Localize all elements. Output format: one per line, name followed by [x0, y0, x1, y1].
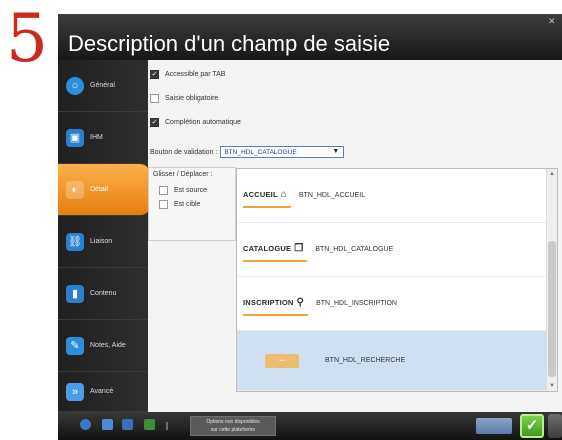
sidebar-item-avance[interactable]: » Avancé [58, 372, 148, 412]
validation-row: Bouton de validation : BTN_HDL_CATALOGUE… [150, 146, 345, 158]
validation-select-value: BTN_HDL_CATALOGUE [224, 148, 297, 156]
checkbox-box[interactable] [150, 93, 159, 103]
step-number: 5 [6, 0, 48, 77]
checkbox-label: Est cible [174, 200, 201, 208]
detail-icon: ◐ [66, 180, 84, 199]
folder-icon[interactable] [122, 419, 133, 430]
sidebar-item-label: Liaison [90, 238, 113, 245]
dropdown-scrollbar[interactable]: ▲ ▼ [546, 169, 557, 391]
globe-icon[interactable] [80, 419, 91, 430]
link-icon: ⛓ [66, 232, 84, 251]
ok-button[interactable]: ✓ [520, 414, 544, 438]
list-item[interactable]: CATALOGUE ❐ BTN_HDL_CATALOGUE [237, 223, 547, 277]
notes-icon: ✎ [66, 336, 84, 355]
sidebar: ○ Général ▣ IHM ◐ Détail ⛓ Liaison ▮ Con… [58, 60, 150, 412]
autocomplete-checkbox[interactable]: ✓ Complétion automatique [150, 116, 241, 128]
checkbox-label: Accessible par TAB [165, 70, 226, 78]
advanced-icon: » [66, 382, 84, 401]
sidebar-item-label: Détail [90, 186, 108, 193]
green-app-icon[interactable] [144, 419, 155, 430]
title-bar: Description d'un champ de saisie ✕ [58, 14, 562, 60]
scroll-up-icon[interactable]: ▲ [548, 170, 556, 178]
option-button-label: CATALOGUE [243, 244, 292, 253]
sidebar-item-detail[interactable]: ◐ Détail [58, 164, 150, 216]
validation-select[interactable]: BTN_HDL_CATALOGUE ▼ [220, 146, 345, 158]
sidebar-item-label: Général [90, 82, 115, 89]
checkbox-label: Complétion automatique [165, 118, 241, 126]
home-icon: ⌂ [280, 189, 287, 200]
option-name: BTN_HDL_CATALOGUE [315, 246, 394, 253]
notice-line-2: sur cette plateforme [210, 427, 256, 433]
checkbox-label: Est source [174, 186, 208, 194]
option-button-label: ACCUEIL [243, 190, 278, 199]
taskbar: Options non disponibles sur cette platef… [58, 412, 562, 440]
sidebar-item-label: Notes, Aide [90, 342, 126, 349]
cancel-button[interactable] [548, 414, 562, 438]
close-icon[interactable]: ✕ [548, 16, 558, 26]
is-target-checkbox[interactable]: Est cible [159, 198, 200, 210]
option-button-preview: ▪▪▪ [265, 353, 299, 368]
person-icon: ⚲ [296, 297, 305, 308]
option-name: BTN_HDL_INSCRIPTION [316, 300, 397, 307]
is-source-checkbox[interactable]: Est source [159, 184, 207, 196]
accessible-tab-checkbox[interactable]: ✓ Accessible par TAB [150, 68, 225, 80]
notice-line-1: Options non disponibles [206, 419, 260, 425]
mandatory-checkbox[interactable]: Saisie obligatoire [150, 92, 218, 104]
sidebar-item-label: Avancé [90, 388, 114, 395]
checkbox-label: Saisie obligatoire [165, 94, 219, 102]
list-item-selected[interactable]: ▪▪▪ BTN_HDL_RECHERCHE [237, 331, 547, 391]
detail-panel: ✓ Accessible par TAB Saisie obligatoire … [148, 60, 562, 412]
option-name: BTN_HDL_ACCUEIL [298, 192, 366, 199]
option-button-preview: CATALOGUE ❐ [243, 238, 308, 262]
chevron-down-icon[interactable]: ▼ [332, 148, 339, 155]
group-title: Glisser / Déplacer : [153, 171, 213, 178]
option-button-preview: INSCRIPTION ⚲ [243, 292, 309, 316]
dialog-window: Description d'un champ de saisie ✕ ○ Gén… [58, 14, 562, 440]
checkbox-box[interactable] [159, 185, 168, 195]
checkbox-box[interactable] [159, 199, 168, 209]
content-icon: ▮ [66, 284, 84, 303]
checkbox-box[interactable]: ✓ [150, 117, 159, 127]
sidebar-item-general[interactable]: ○ Général [58, 60, 148, 112]
option-name: BTN_HDL_RECHERCHE [325, 357, 406, 364]
window-title: Description d'un champ de saisie [68, 31, 391, 56]
validation-dropdown-list: ACCUEIL ⌂ BTN_HDL_ACCUEIL CATALOGUE ❐ BT… [236, 168, 558, 392]
scroll-thumb[interactable] [548, 241, 556, 377]
option-button-preview: ACCUEIL ⌂ [243, 184, 291, 208]
checkbox-box[interactable]: ✓ [150, 69, 159, 79]
window-icon[interactable] [102, 419, 113, 430]
unavailable-options-notice: Options non disponibles sur cette platef… [190, 416, 276, 436]
ihm-icon: ▣ [66, 128, 84, 147]
sidebar-item-liaison[interactable]: ⛓ Liaison [58, 216, 148, 268]
sidebar-item-notes[interactable]: ✎ Notes, Aide [58, 320, 148, 372]
scroll-down-icon[interactable]: ▼ [548, 382, 556, 390]
sidebar-item-label: Contenu [90, 290, 117, 297]
toolbar-button[interactable] [476, 418, 512, 434]
sidebar-item-ihm[interactable]: ▣ IHM [58, 112, 148, 164]
sidebar-item-contenu[interactable]: ▮ Contenu [58, 268, 148, 320]
general-icon: ○ [66, 76, 84, 95]
list-item[interactable]: INSCRIPTION ⚲ BTN_HDL_INSCRIPTION [237, 277, 547, 331]
drag-drop-group: Glisser / Déplacer : Est source Est cibl… [148, 167, 236, 241]
taskbar-separator [166, 422, 168, 430]
option-button-label: INSCRIPTION [243, 298, 294, 307]
book-icon: ❐ [294, 243, 304, 254]
validation-label: Bouton de validation : [150, 148, 218, 156]
list-item[interactable]: ACCUEIL ⌂ BTN_HDL_ACCUEIL [237, 169, 547, 223]
sidebar-item-label: IHM [90, 134, 103, 141]
